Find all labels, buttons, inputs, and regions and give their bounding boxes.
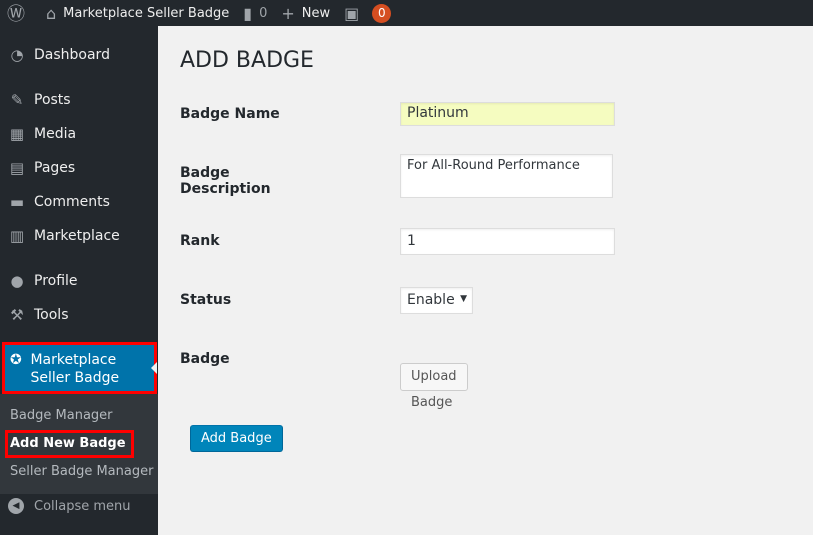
menu-label: Pages [34, 160, 76, 176]
status-label: Status [180, 292, 232, 308]
comment-icon: ▮ [243, 3, 253, 23]
admin-bar: Ⓦ ⌂ Marketplace Seller Badge ▮ 0 + New ▣ 0 [0, 0, 813, 26]
menu-tools[interactable]: ⚒ Tools [0, 298, 158, 332]
comment-count: 0 [259, 5, 268, 21]
submenu-add-new-badge[interactable]: Add New Badge [5, 430, 134, 458]
new-label: New [301, 5, 331, 21]
menu-dashboard[interactable]: ◔ Dashboard [0, 38, 158, 72]
menu-comments[interactable]: ▬ Comments [0, 185, 158, 219]
collapse-label: Collapse menu [34, 498, 131, 514]
dashboard-icon: ◔ [10, 46, 24, 64]
badge-description-textarea[interactable]: For All-Round Performance [400, 154, 613, 198]
add-badge-button[interactable]: Add Badge [190, 425, 283, 452]
comments-link[interactable]: ▮ 0 [236, 0, 274, 26]
menu-label: Posts [34, 92, 71, 108]
submenu-badge-manager[interactable]: Badge Manager [0, 402, 158, 430]
collapse-menu-button[interactable]: ◀ Collapse menu [8, 498, 131, 514]
menu-label: Comments [34, 194, 110, 210]
media-icon: ▦ [9, 125, 25, 143]
menu-pages[interactable]: ▤ Pages [0, 151, 158, 185]
submenu-seller-badge-manager[interactable]: Seller Badge Manager [0, 458, 158, 486]
marketplace-bell-icon: ▣ [344, 3, 360, 23]
award-icon: ✪ [10, 352, 22, 368]
rank-input[interactable]: 1 [400, 228, 615, 255]
wordpress-logo-icon[interactable]: Ⓦ [0, 0, 39, 26]
menu-profile[interactable]: ● Profile [0, 264, 158, 298]
menu-label: Marketplace Seller Badge [30, 352, 120, 386]
new-content-link[interactable]: + New [274, 0, 337, 26]
menu-label: Marketplace [34, 228, 120, 244]
badge-description-label: Badge Description [180, 165, 271, 197]
notifications-link[interactable]: ▣ 0 [337, 0, 398, 26]
site-name: Marketplace Seller Badge [63, 5, 230, 21]
pin-icon: ✎ [10, 91, 24, 109]
page-title: ADD BADGE [180, 48, 314, 73]
pages-icon: ▤ [9, 159, 25, 177]
plus-icon: + [281, 3, 295, 23]
user-icon: ● [10, 272, 24, 290]
menu-label: Media [34, 126, 77, 142]
store-icon: ▥ [9, 227, 25, 245]
collapse-icon: ◀ [8, 498, 24, 514]
home-icon: ⌂ [46, 3, 57, 23]
comment-icon: ▬ [9, 193, 25, 211]
menu-label: Dashboard [34, 47, 110, 63]
badge-name-label: Badge Name [180, 106, 280, 122]
admin-sidebar: ◔ Dashboard ✎ Posts ▦ Media ▤ Pages ▬ Comment… [0, 26, 158, 535]
dropdown-arrow-icon: ▼ [460, 294, 467, 304]
menu-posts[interactable]: ✎ Posts [0, 83, 158, 117]
menu-label: Tools [34, 307, 69, 323]
rank-label: Rank [180, 233, 220, 249]
menu-label: Profile [34, 273, 78, 289]
menu-marketplace-seller-badge[interactable]: ✪ Marketplace Seller Badge [2, 342, 157, 394]
badge-name-input[interactable]: Platinum [400, 102, 615, 126]
notification-count: 0 [372, 3, 392, 23]
status-value: Enable [407, 292, 455, 308]
menu-marketplace[interactable]: ▥ Marketplace [0, 219, 158, 253]
submenu: Badge Manager Add New Badge Seller Badge… [0, 394, 158, 494]
badge-label: Badge [180, 351, 230, 367]
wrench-icon: ⚒ [10, 306, 24, 324]
main-content: ADD BADGE Badge Name Platinum Badge Desc… [180, 26, 615, 452]
status-select[interactable]: Enable ▼ [400, 287, 473, 314]
upload-badge-button[interactable]: Upload Badge [400, 363, 468, 410]
site-name-link[interactable]: ⌂ Marketplace Seller Badge [39, 0, 236, 26]
menu-media[interactable]: ▦ Media [0, 117, 158, 151]
